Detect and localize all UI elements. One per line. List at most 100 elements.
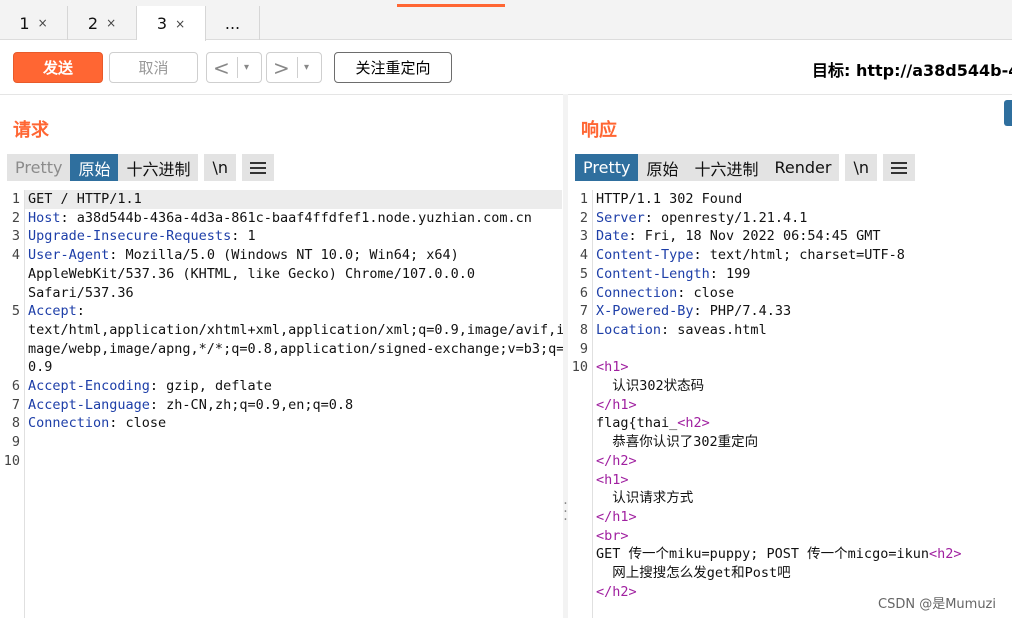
menu-button[interactable] bbox=[882, 154, 915, 181]
code-line: Content-Type: text/html; charset=UTF-8 bbox=[596, 246, 961, 265]
line-numbers: 1 2 3 4 5 6 7 8 9 10 bbox=[568, 190, 592, 601]
html-tag: </h2> bbox=[596, 583, 637, 600]
header-name: Content-Length bbox=[596, 265, 710, 282]
target-url[interactable]: 目标: http://a38d544b-436a bbox=[812, 57, 1012, 81]
line-number: 7 bbox=[11, 396, 20, 413]
gutter-divider bbox=[24, 190, 25, 618]
response-code[interactable]: HTTP/1.1 302 Found Server: openresty/1.21… bbox=[596, 190, 961, 601]
header-value: : saveas.html bbox=[661, 321, 767, 338]
tab-more[interactable]: ... bbox=[206, 6, 260, 40]
tab-raw[interactable]: 原始 bbox=[70, 154, 119, 181]
newline-toggle[interactable]: \n bbox=[845, 154, 877, 181]
header-value: mage/webp,image/apng,*/*;q=0.8,applicati… bbox=[28, 340, 565, 357]
line-number: 4 bbox=[11, 247, 20, 264]
line-number: 2 bbox=[11, 209, 20, 226]
html-tag: </h2> bbox=[596, 452, 637, 469]
chevron-down-icon[interactable]: ▾ bbox=[244, 62, 249, 73]
tab-label: ... bbox=[224, 13, 241, 33]
code-line: </h1> bbox=[596, 508, 961, 527]
text: 恭喜你认识了302重定向 bbox=[612, 434, 759, 451]
header-name: X-Powered-By bbox=[596, 303, 694, 320]
close-icon[interactable]: × bbox=[38, 16, 48, 30]
request-code[interactable]: GET / HTTP/1.1 Host: a38d544b-436a-4d3a-8… bbox=[28, 190, 564, 471]
tab-raw[interactable]: 原始 bbox=[638, 154, 687, 181]
header-value: : PHP/7.4.33 bbox=[693, 303, 792, 320]
text: 认识302状态码 bbox=[612, 378, 705, 395]
header-name: Content-Type bbox=[596, 247, 694, 264]
follow-redirect-button[interactable]: 关注重定向 bbox=[334, 52, 452, 83]
newline-toggle[interactable]: \n bbox=[204, 154, 237, 181]
line-number bbox=[0, 284, 20, 303]
header-value: : Fri, 18 Nov 2022 06:54:45 GMT bbox=[628, 228, 881, 245]
close-icon[interactable]: × bbox=[175, 17, 185, 31]
text: flag{thai_ bbox=[596, 415, 678, 432]
header-value: : zh-CN,zh;q=0.9,en;q=0.8 bbox=[149, 396, 354, 413]
code-line: 认识302状态码 bbox=[596, 377, 961, 396]
code-line: <h1> bbox=[596, 471, 961, 490]
divider bbox=[237, 57, 238, 78]
tab-render[interactable]: Render bbox=[766, 154, 840, 181]
chevron-left-icon: < bbox=[213, 55, 230, 80]
line-number: 9 bbox=[579, 340, 588, 357]
code-line: <br> bbox=[596, 527, 961, 546]
header-value: text/html,application/xhtml+xml,applicat… bbox=[28, 321, 565, 338]
header-value: : 1 bbox=[231, 228, 256, 245]
line-number bbox=[568, 414, 588, 433]
line-number bbox=[568, 377, 588, 396]
chevron-down-icon[interactable]: ▾ bbox=[304, 62, 309, 73]
html-tag: <h1> bbox=[596, 359, 629, 376]
line-number bbox=[0, 340, 20, 359]
line-number: 10 bbox=[3, 452, 20, 469]
header-value: 0.9 bbox=[28, 359, 53, 376]
tab-3[interactable]: 3 × bbox=[137, 6, 206, 41]
header-name: Accept-Language bbox=[28, 396, 150, 413]
line-number: 1 bbox=[579, 191, 588, 207]
tab-2[interactable]: 2 × bbox=[68, 6, 137, 40]
code-line: Date: Fri, 18 Nov 2022 06:54:45 GMT bbox=[596, 227, 961, 246]
line-number: 5 bbox=[11, 303, 20, 320]
tab-hex[interactable]: 十六进制 bbox=[118, 154, 199, 181]
line-number bbox=[568, 508, 588, 527]
code-line: mage/webp,image/apng,*/*;q=0.8,applicati… bbox=[28, 340, 564, 359]
history-forward-button[interactable]: > ▾ bbox=[266, 52, 322, 83]
header-value: AppleWebKit/537.36 (KHTML, like Gecko) C… bbox=[28, 265, 476, 282]
tab-hex[interactable]: 十六进制 bbox=[686, 154, 767, 181]
cancel-button[interactable]: 取消 bbox=[109, 52, 198, 83]
code-line: flag{thai_<h2> bbox=[596, 414, 961, 433]
line-number bbox=[568, 452, 588, 471]
watermark: CSDN @是Mumuzi bbox=[878, 597, 996, 612]
code-line: text/html,application/xhtml+xml,applicat… bbox=[28, 321, 564, 340]
tab-pretty[interactable]: Pretty bbox=[575, 154, 639, 181]
tab-pretty[interactable]: Pretty bbox=[7, 154, 71, 181]
html-tag: <h2> bbox=[677, 415, 710, 432]
line-number: 3 bbox=[579, 228, 588, 245]
text: 网上搜搜怎么发get和Post吧 bbox=[612, 565, 791, 582]
code-line: Accept: bbox=[28, 302, 564, 321]
line-numbers: 1 2 3 4 5 6 7 8 9 10 bbox=[0, 190, 24, 471]
code-line: 网上搜搜怎么发get和Post吧 bbox=[596, 564, 961, 583]
code-line: Accept-Language: zh-CN,zh;q=0.9,en;q=0.8 bbox=[28, 396, 564, 415]
code-line: HTTP/1.1 302 Found bbox=[596, 190, 961, 209]
text bbox=[596, 378, 612, 394]
tab-1[interactable]: 1 × bbox=[0, 6, 68, 40]
history-back-button[interactable]: < ▾ bbox=[206, 52, 262, 83]
send-button[interactable]: 发送 bbox=[13, 52, 103, 83]
text bbox=[596, 434, 612, 450]
header-name: Host bbox=[28, 209, 61, 226]
close-icon[interactable]: × bbox=[106, 16, 116, 30]
menu-button[interactable] bbox=[242, 154, 275, 181]
line-number: 8 bbox=[579, 321, 588, 338]
text: 认识请求方式 bbox=[612, 490, 694, 507]
divider bbox=[297, 57, 298, 78]
line-number: 6 bbox=[579, 284, 588, 301]
line-number: 1 bbox=[11, 191, 20, 207]
header-name: Accept-Encoding bbox=[28, 378, 150, 395]
request-title: 请求 bbox=[13, 120, 49, 141]
line-number: 5 bbox=[579, 265, 588, 282]
text bbox=[596, 565, 612, 581]
line-number: 10 bbox=[571, 359, 588, 376]
line-number: 9 bbox=[11, 434, 20, 451]
inspector-toggle[interactable] bbox=[1004, 100, 1012, 126]
chevron-right-icon: > bbox=[273, 55, 290, 80]
